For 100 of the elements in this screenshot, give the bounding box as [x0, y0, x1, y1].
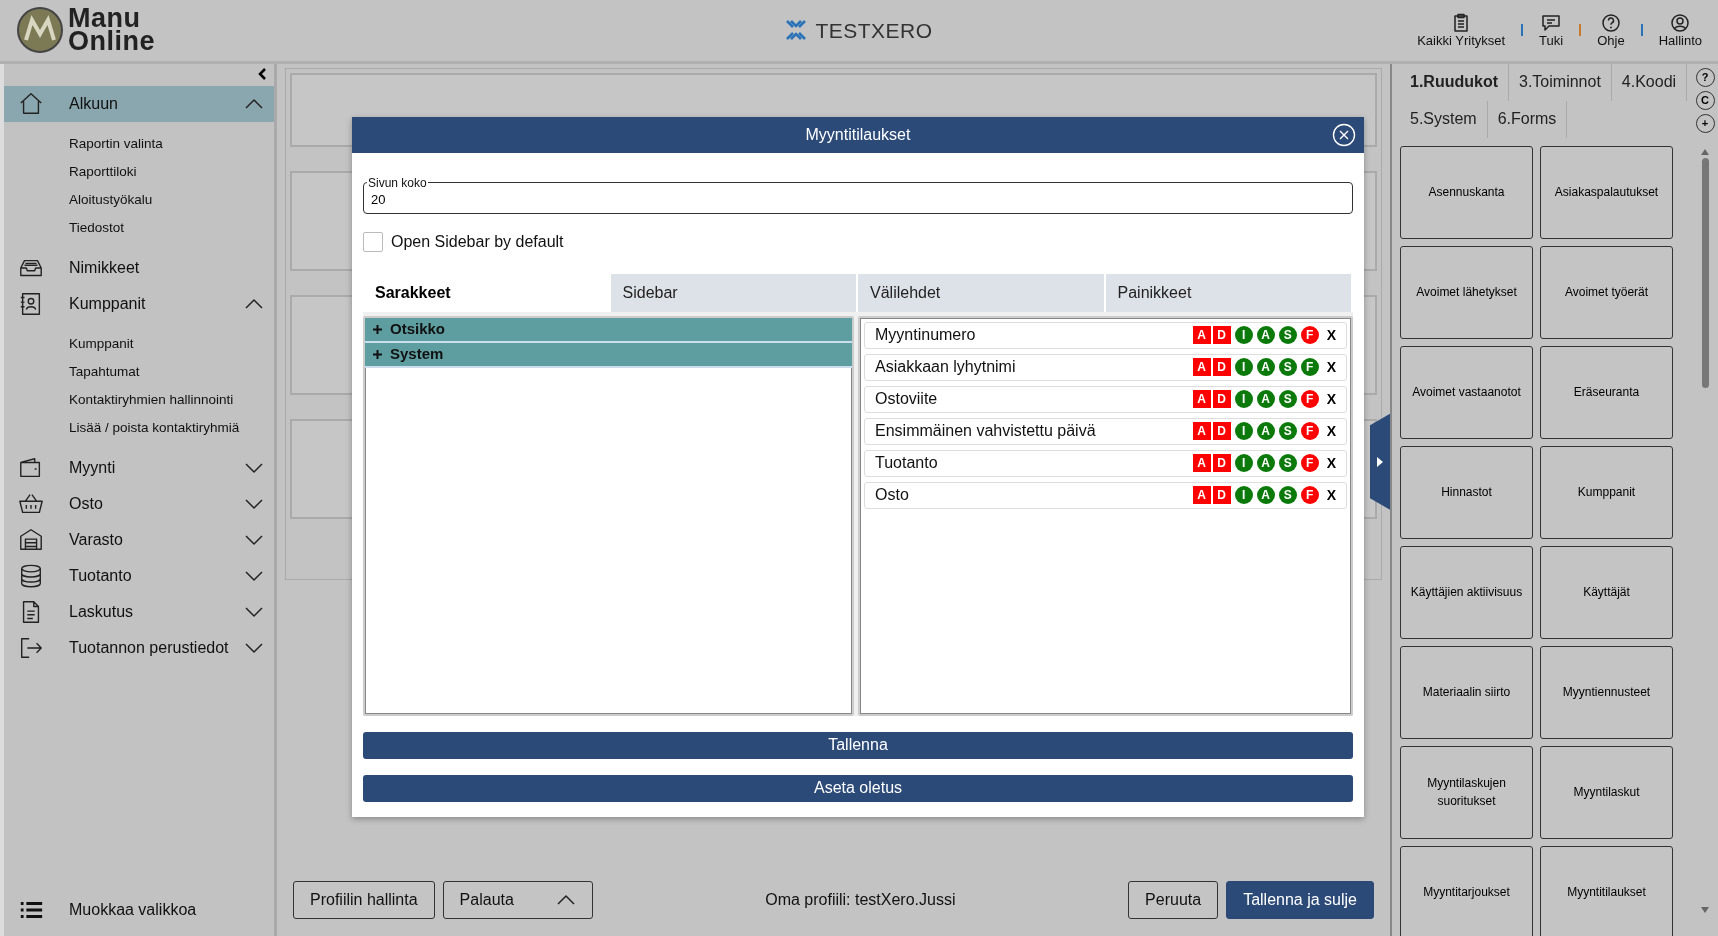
flag-badge[interactable]: D — [1212, 358, 1231, 377]
sidebar-item[interactable]: Myynti — [4, 449, 274, 486]
tab[interactable]: 4.Koodi — [1611, 63, 1688, 101]
field-row[interactable]: Tuotanto A D I A S F X — [864, 449, 1347, 477]
checkbox[interactable] — [363, 231, 383, 252]
flag-badge[interactable]: S — [1278, 390, 1297, 409]
tab[interactable]: Sarakkeet — [363, 273, 611, 312]
sidebar-item[interactable]: Laskutus — [4, 593, 274, 630]
flag-badge[interactable]: S — [1278, 358, 1297, 377]
close-icon[interactable] — [1332, 122, 1356, 147]
flag-badge[interactable]: A — [1192, 422, 1211, 441]
tile-button[interactable]: Avoimet lähetykset — [1400, 245, 1533, 339]
remove-button[interactable]: X — [1318, 484, 1340, 506]
restore-dropdown[interactable]: Palauta — [442, 881, 593, 919]
tab[interactable]: Painikkeet — [1105, 273, 1353, 312]
remove-button[interactable]: X — [1318, 324, 1340, 346]
tile-button[interactable]: Myyntiennusteet — [1540, 645, 1673, 739]
header-action-button[interactable]: Tuki — [1539, 12, 1564, 49]
header-action-button[interactable]: Hallinto — [1658, 12, 1702, 49]
tile-button[interactable]: Hinnastot — [1400, 445, 1533, 539]
tile-button[interactable]: Avoimet vastaanotot — [1400, 345, 1533, 439]
tab[interactable]: Sidebar — [610, 273, 858, 312]
tile-button[interactable]: Myyntitilaukset — [1540, 845, 1673, 936]
tree-group-row[interactable]: System — [365, 342, 852, 368]
field-row[interactable]: Osto A D I A S F X — [864, 481, 1347, 509]
flag-badge[interactable]: I — [1234, 358, 1253, 377]
page-size-field[interactable]: Sivun koko 20 — [363, 176, 1353, 214]
edit-menu-button[interactable]: Muokkaa valikkoa — [4, 892, 274, 928]
flag-badge[interactable]: A — [1192, 486, 1211, 505]
field-row[interactable]: Myyntinumero A D I A S F X — [864, 321, 1347, 349]
sidebar-item[interactable]: Kumppanit — [4, 285, 274, 322]
remove-button[interactable]: X — [1318, 420, 1340, 442]
tile-button[interactable]: Asennuskanta — [1400, 145, 1533, 239]
flag-badge[interactable]: A — [1256, 486, 1275, 505]
sidebar-subitem[interactable]: Tiedostot — [4, 213, 274, 242]
flag-badge[interactable]: D — [1212, 486, 1231, 505]
flag-badge[interactable]: D — [1212, 326, 1231, 345]
sidebar-item[interactable]: Alkuun — [4, 85, 274, 122]
tile-button[interactable]: Eräseuranta — [1540, 345, 1673, 439]
sidebar-subitem[interactable]: Aloitustyökalu — [4, 185, 274, 214]
flag-badge[interactable]: A — [1192, 390, 1211, 409]
field-row[interactable]: Ensimmäinen vahvistettu päivä A D I A S F X — [864, 417, 1347, 445]
sidebar-subitem[interactable]: Lisää / poista kontaktiryhmiä — [4, 413, 274, 442]
profile-button[interactable]: Profiilin hallinta — [293, 881, 435, 919]
flag-badge[interactable]: A — [1256, 422, 1275, 441]
tile-button[interactable]: Asiakaspalautukset — [1540, 145, 1673, 239]
save-close-button[interactable]: Tallenna ja sulje — [1226, 881, 1374, 919]
tab[interactable]: 3.Toiminnot — [1509, 63, 1612, 101]
scrollbar-thumb[interactable] — [1701, 157, 1709, 388]
flag-badge[interactable]: A — [1256, 358, 1275, 377]
sidebar-item[interactable]: Nimikkeet — [4, 249, 274, 286]
sidebar-item[interactable]: Osto — [4, 485, 274, 522]
tab[interactable]: 6.Forms — [1487, 100, 1568, 138]
flag-badge[interactable]: S — [1278, 422, 1297, 441]
dialog-button[interactable]: Aseta oletus — [363, 774, 1353, 802]
flag-badge[interactable]: F — [1300, 422, 1319, 441]
flag-badge[interactable]: D — [1212, 390, 1231, 409]
sidebar-subitem[interactable]: Raporttiloki — [4, 157, 274, 186]
flag-badge[interactable]: S — [1278, 454, 1297, 473]
flag-badge[interactable]: D — [1212, 422, 1231, 441]
flag-badge[interactable]: A — [1192, 454, 1211, 473]
sidebar-subitem[interactable]: Tapahtumat — [4, 357, 274, 386]
flag-badge[interactable]: I — [1234, 454, 1253, 473]
tile-button[interactable]: Myyntitarjoukset — [1400, 845, 1533, 936]
flag-badge[interactable]: A — [1256, 454, 1275, 473]
flag-badge[interactable]: I — [1234, 326, 1253, 345]
flag-badge[interactable]: I — [1234, 486, 1253, 505]
field-row[interactable]: Ostoviite A D I A S F X — [864, 385, 1347, 413]
sidebar-item[interactable]: Varasto — [4, 521, 274, 558]
sidebar-item[interactable]: Tuotanto — [4, 557, 274, 594]
scroll-down-icon[interactable] — [1701, 907, 1709, 914]
flag-badge[interactable]: F — [1300, 390, 1319, 409]
field-row[interactable]: Asiakkaan lyhytnimi A D I A S F X — [864, 353, 1347, 381]
sidebar-subitem[interactable]: Raportin valinta — [4, 129, 274, 158]
remove-button[interactable]: X — [1318, 452, 1340, 474]
tile-button[interactable]: Kumppanit — [1540, 445, 1673, 539]
flag-badge[interactable]: A — [1256, 326, 1275, 345]
header-action-button[interactable]: Ohje — [1597, 12, 1625, 49]
dialog-button[interactable]: Tallenna — [363, 731, 1353, 759]
flag-badge[interactable]: D — [1212, 454, 1231, 473]
flag-badge[interactable]: A — [1256, 390, 1275, 409]
page-size-input[interactable]: 20 — [371, 189, 1345, 210]
tab[interactable]: 5.System — [1400, 100, 1488, 138]
flag-badge[interactable]: F — [1300, 454, 1319, 473]
flag-badge[interactable]: I — [1234, 422, 1253, 441]
cancel-button[interactable]: Peruuta — [1128, 881, 1219, 919]
flag-badge[interactable]: F — [1300, 326, 1319, 345]
tile-button[interactable]: Myyntilaskut — [1540, 745, 1673, 839]
flag-badge[interactable]: I — [1234, 390, 1253, 409]
flag-badge[interactable]: F — [1300, 358, 1319, 377]
tile-button[interactable]: Myyntilaskujen suoritukset — [1400, 745, 1533, 839]
sidebar-item[interactable]: Tuotannon perustiedot — [4, 629, 274, 666]
tile-button[interactable]: Käyttäjät — [1540, 545, 1673, 639]
tile-button[interactable]: Materiaalin siirto — [1400, 645, 1533, 739]
flag-badge[interactable]: F — [1300, 486, 1319, 505]
tab[interactable]: 1.Ruudukot — [1400, 63, 1509, 101]
tab[interactable]: Välilehdet — [858, 273, 1106, 312]
flag-badge[interactable]: A — [1192, 326, 1211, 345]
tile-button[interactable]: Avoimet työerät — [1540, 245, 1673, 339]
remove-button[interactable]: X — [1318, 356, 1340, 378]
